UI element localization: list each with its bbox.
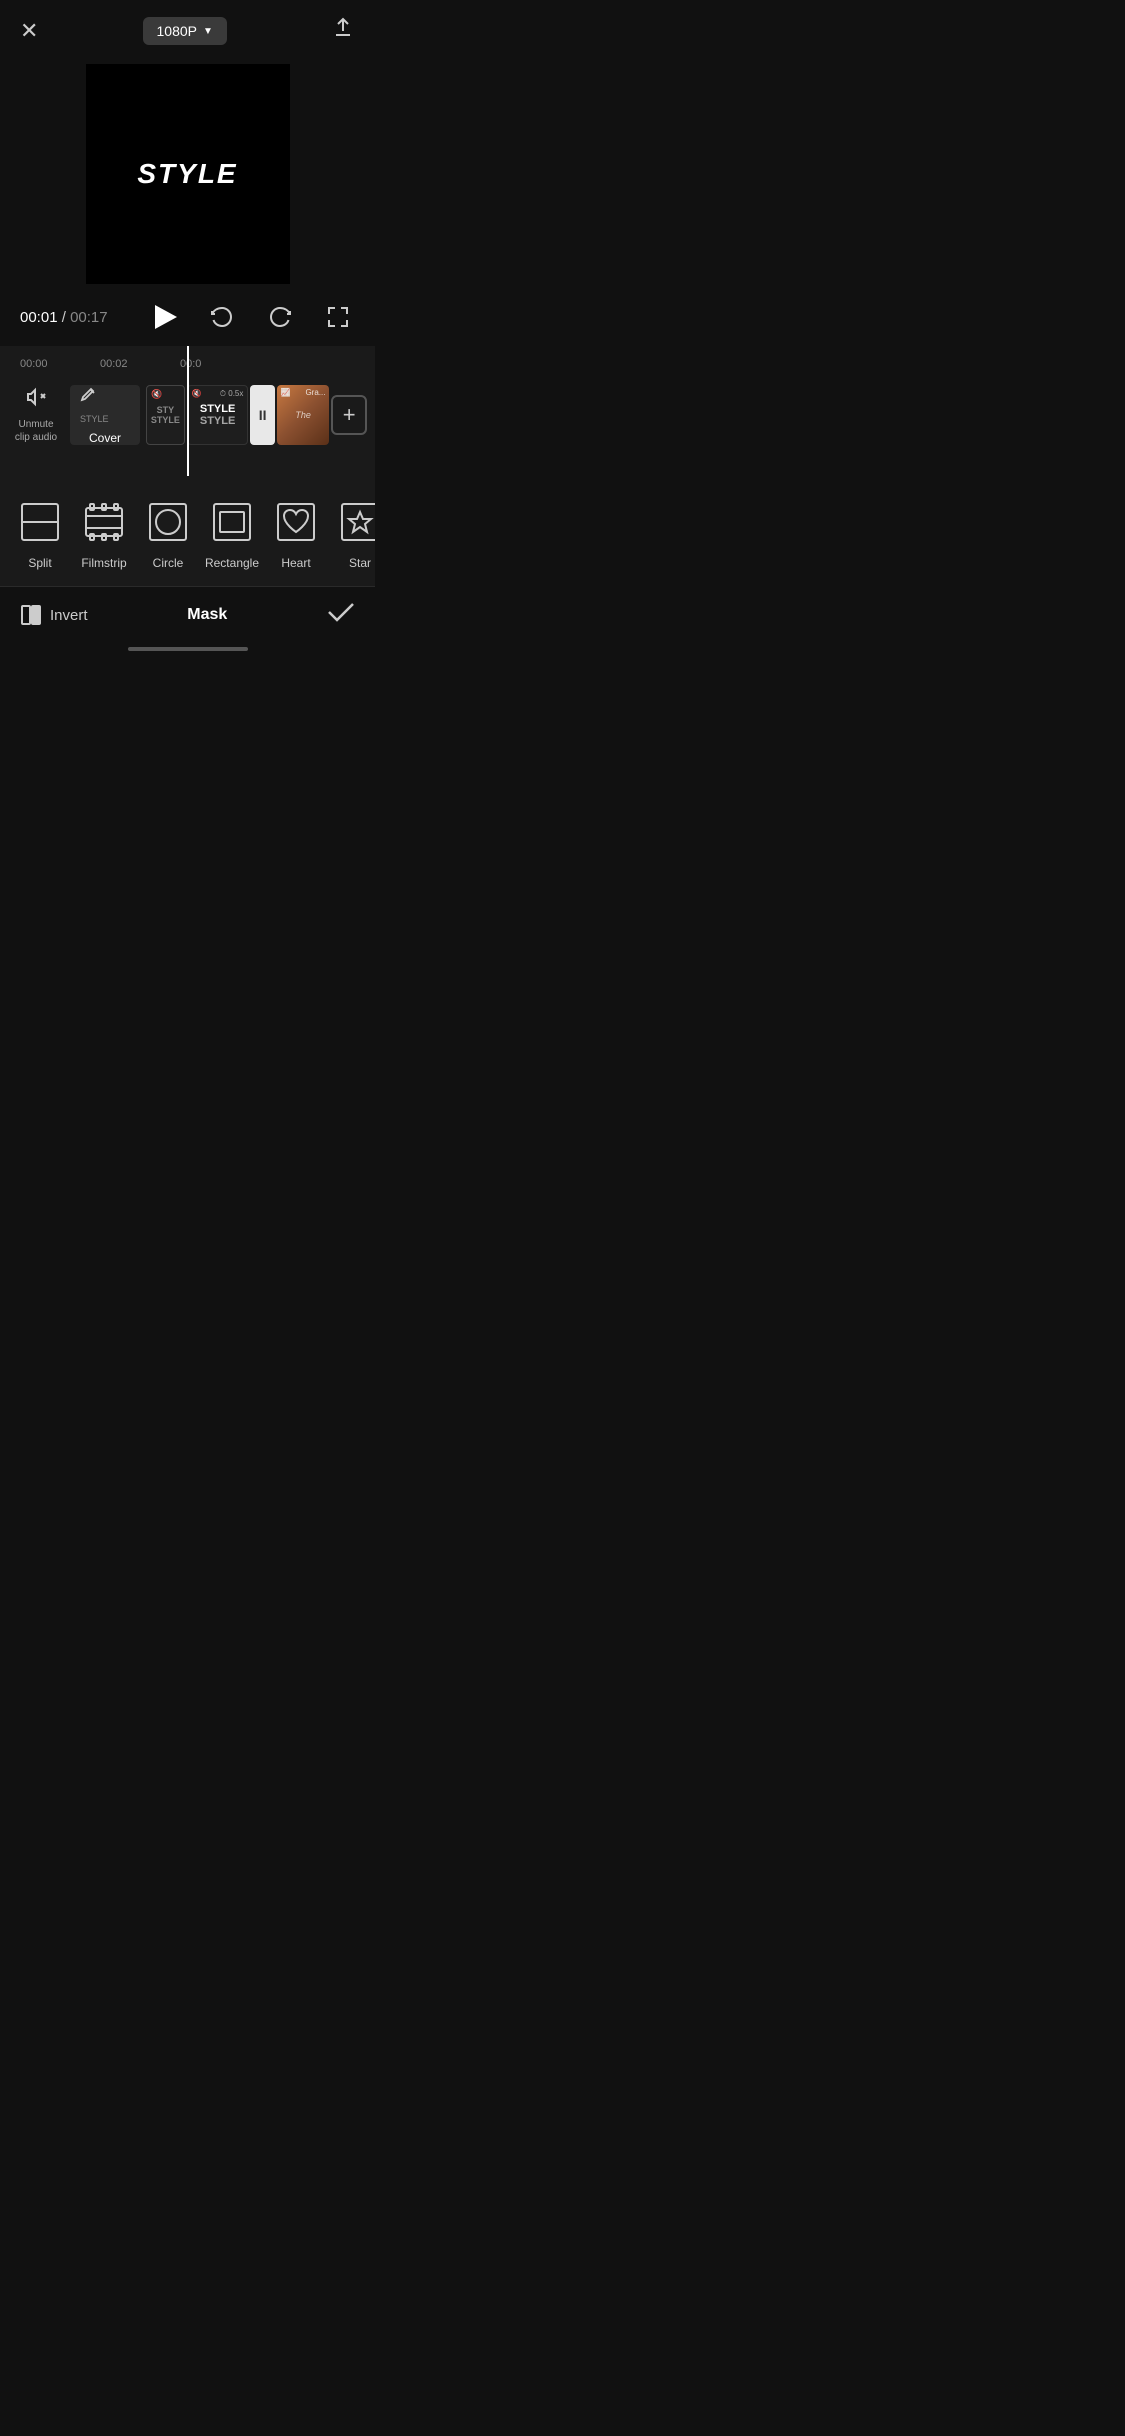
- rectangle-label: Rectangle: [205, 556, 259, 570]
- clip-gradient[interactable]: 📈 Gra... The: [277, 385, 330, 445]
- invert-button[interactable]: Invert: [20, 604, 88, 626]
- split-icon-wrap: [14, 496, 66, 548]
- circle-icon-wrap: [142, 496, 194, 548]
- shape-item-circle[interactable]: Circle: [136, 488, 200, 578]
- invert-icon: [20, 604, 42, 626]
- pause-icon: II: [259, 407, 267, 423]
- home-bar: [128, 647, 248, 651]
- playback-controls: [151, 300, 355, 334]
- clip-grad-icon: 📈: [281, 388, 291, 397]
- shape-item-star[interactable]: Star: [328, 488, 375, 578]
- video-preview: STYLE: [86, 64, 290, 284]
- clip-a-mute-icon: 🔇: [151, 389, 162, 400]
- add-icon: +: [343, 402, 356, 428]
- clip-b-speed: ⏱ 0.5x: [220, 389, 244, 399]
- clip-grad-label: Gra...: [305, 388, 325, 397]
- redo-button[interactable]: [263, 300, 297, 334]
- chevron-down-icon: ▼: [203, 26, 213, 37]
- ruler-mark-2: 00:0: [180, 358, 260, 370]
- shape-item-split[interactable]: Split: [8, 488, 72, 578]
- close-button[interactable]: ✕: [20, 20, 38, 42]
- invert-label: Invert: [50, 607, 88, 624]
- confirm-button[interactable]: [327, 601, 355, 629]
- split-icon: [18, 500, 62, 544]
- clip-pause: II: [250, 385, 275, 445]
- export-button[interactable]: [331, 16, 355, 46]
- video-style-text: STYLE: [137, 158, 237, 190]
- heart-icon-wrap: [270, 496, 322, 548]
- filmstrip-label: Filmstrip: [81, 556, 126, 570]
- timeline-area: 00:00 00:02 00:0 Unmuteclip audio: [0, 346, 375, 476]
- star-icon: [338, 500, 375, 544]
- circle-label: Circle: [153, 556, 184, 570]
- time-separator: /: [62, 309, 70, 326]
- mask-selector: Split Filmstrip: [0, 476, 375, 586]
- track-audio-mute[interactable]: Unmuteclip audio: [8, 380, 64, 450]
- cover-edit-icon: STYLE: [80, 386, 130, 427]
- filmstrip-icon: [82, 500, 126, 544]
- fullscreen-button[interactable]: [321, 300, 355, 334]
- cover-label: Cover: [89, 431, 121, 445]
- clip-item-a[interactable]: 🔇 STYSTYLE: [146, 385, 185, 445]
- top-bar: ✕ 1080P ▼: [0, 0, 375, 56]
- split-label: Split: [28, 556, 51, 570]
- undo-button[interactable]: [205, 300, 239, 334]
- timeline-playhead: [187, 346, 189, 476]
- shape-list: Split Filmstrip: [0, 488, 375, 578]
- audio-mute-label: Unmuteclip audio: [15, 418, 57, 444]
- mask-title: Mask: [187, 606, 227, 624]
- rectangle-icon: [210, 500, 254, 544]
- heart-icon: [274, 500, 318, 544]
- star-label: Star: [349, 556, 371, 570]
- resolution-label: 1080P: [157, 23, 197, 39]
- resolution-button[interactable]: 1080P ▼: [143, 17, 227, 45]
- audio-mute-icon: [25, 386, 47, 414]
- current-time: 00:01: [20, 309, 58, 326]
- filmstrip-icon-wrap: [78, 496, 130, 548]
- time-display: 00:01 / 00:17: [20, 309, 108, 326]
- clip-a-text: STYSTYLE: [151, 405, 180, 425]
- home-indicator: [0, 639, 375, 655]
- shape-item-filmstrip[interactable]: Filmstrip: [72, 488, 136, 578]
- add-clip-button[interactable]: +: [331, 395, 367, 435]
- clip-item-b[interactable]: 🔇 ⏱ 0.5x STYLE STYLE: [187, 385, 249, 445]
- total-time: 00:17: [70, 309, 108, 326]
- confirm-icon: [327, 601, 355, 623]
- star-icon-wrap: [334, 496, 375, 548]
- clip-b-mute-icon: 🔇: [192, 389, 202, 398]
- clip-gradient-text: The: [295, 410, 311, 420]
- shape-item-rectangle[interactable]: Rectangle: [200, 488, 264, 578]
- heart-label: Heart: [281, 556, 310, 570]
- video-container: STYLE: [0, 56, 375, 288]
- bottom-bar: Invert Mask: [0, 586, 375, 639]
- shape-item-heart[interactable]: Heart: [264, 488, 328, 578]
- play-button[interactable]: [151, 301, 181, 333]
- play-icon: [155, 305, 177, 329]
- track-clips: 🔇 STYSTYLE 🔇 ⏱ 0.5x STYLE STYLE II 📈 Gra…: [146, 385, 367, 445]
- ruler-mark-1: 00:02: [100, 358, 180, 370]
- track-cover[interactable]: STYLE Cover: [70, 385, 140, 445]
- circle-icon: [146, 500, 190, 544]
- playback-bar: 00:01 / 00:17: [0, 288, 375, 346]
- rectangle-icon-wrap: [206, 496, 258, 548]
- ruler-mark-0: 00:00: [20, 358, 100, 370]
- clip-b-texts: STYLE STYLE: [200, 403, 235, 427]
